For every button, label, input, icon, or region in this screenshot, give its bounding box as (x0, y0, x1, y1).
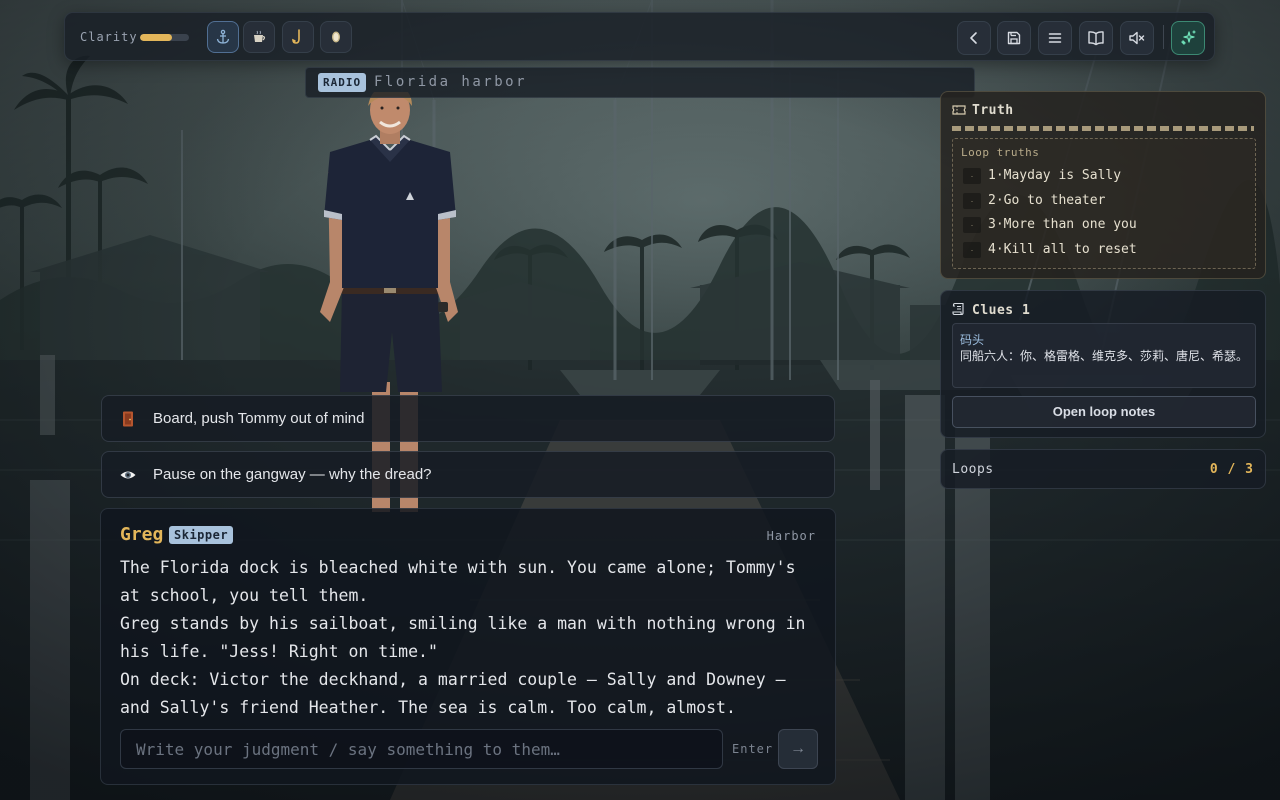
truth-bullet: · (963, 217, 981, 233)
inventory-slot-coffee[interactable] (243, 21, 275, 53)
back-button[interactable] (957, 21, 991, 55)
clue-body: 同船六人：你、格雷格、维克多、莎莉、唐尼、希瑟。 (960, 349, 1249, 363)
truth-panel-header: Truth (952, 103, 1014, 118)
choice-label: Pause on the gangway — why the dread? (153, 466, 432, 483)
coffee-cup-icon (254, 30, 266, 42)
menu-button[interactable] (1038, 21, 1072, 55)
clarity-meter (140, 34, 189, 41)
arrow-right-icon: → (790, 740, 806, 757)
fishing-hook-icon (292, 29, 300, 44)
journal-button[interactable] (1079, 21, 1113, 55)
dialogue-line: Greg stands by his sailboat, smiling lik… (120, 614, 806, 661)
loops-counter: 0 / 3 (1209, 462, 1254, 477)
hint-button[interactable] (1171, 21, 1205, 55)
inventory-slot-hook[interactable] (282, 21, 314, 53)
truth-panel: Truth Loop truths · 1·Mayday is Sally · … (940, 91, 1266, 279)
toolbar-divider (1163, 25, 1164, 49)
save-button[interactable] (997, 21, 1031, 55)
truth-bullet: · (963, 193, 981, 209)
dialogue-text: The Florida dock is bleached white with … (120, 554, 820, 722)
truth-text: 4·Kill all to reset (988, 242, 1137, 257)
tape-divider (952, 126, 1254, 131)
open-loop-notes-button[interactable]: Open loop notes (952, 396, 1256, 428)
clues-panel: Clues 1 码头 同船六人：你、格雷格、维克多、莎莉、唐尼、希瑟。 Open… (940, 290, 1266, 438)
speaker-role-badge: Skipper (169, 526, 234, 544)
inventory-slot-watch[interactable] (320, 21, 352, 53)
speaker-muted-icon (1129, 31, 1145, 45)
clue-title: 码头 (960, 333, 985, 347)
dialogue-line: The Florida dock is bleached white with … (120, 558, 796, 605)
loops-panel: Loops 0 / 3 (940, 449, 1266, 489)
location-banner: RADIO Florida harbor (305, 67, 975, 98)
truth-text: 3·More than one you (988, 217, 1137, 232)
top-bar: Clarity (64, 12, 1215, 61)
loops-label: Loops (952, 462, 994, 477)
eye-icon (120, 471, 136, 479)
loop-truths-box: Loop truths · 1·Mayday is Sally · 2·Go t… (952, 138, 1256, 269)
judgment-input[interactable] (120, 729, 723, 769)
location-source-tag: RADIO (318, 73, 367, 92)
inventory-slot-anchor[interactable] (207, 21, 239, 53)
truth-panel-title: Truth (972, 103, 1014, 118)
loop-truths-title: Loop truths (961, 146, 1040, 159)
ticket-icon (952, 105, 966, 115)
scene-tag: Harbor (766, 529, 816, 543)
truth-text: 1·Mayday is Sally (988, 168, 1122, 183)
dialogue-line: On deck: Victor the deckhand, a married … (120, 670, 786, 717)
send-button[interactable]: → (778, 729, 818, 769)
truth-text: 2·Go to theater (988, 193, 1106, 208)
clues-panel-header: Clues 1 (952, 302, 1030, 318)
truth-bullet: · (963, 242, 981, 258)
truth-bullet: · (963, 168, 981, 184)
mute-button[interactable] (1120, 21, 1154, 55)
scroll-icon (952, 302, 964, 316)
door-icon (123, 411, 133, 427)
anchor-icon (216, 29, 230, 44)
choice-pause[interactable]: Pause on the gangway — why the dread? (101, 451, 835, 498)
sparkle-icon (1181, 30, 1196, 45)
dialogue-box: Greg Skipper Harbor The Florida dock is … (100, 508, 836, 785)
clarity-label: Clarity (80, 30, 138, 44)
choice-label: Board, push Tommy out of mind (153, 410, 365, 427)
save-icon (1007, 31, 1021, 45)
location-name: Florida harbor (374, 74, 528, 90)
pocket-watch-icon (332, 31, 340, 43)
choice-board[interactable]: Board, push Tommy out of mind (101, 395, 835, 442)
menu-icon (1048, 33, 1062, 43)
speaker-name: Greg (120, 524, 164, 545)
chevron-left-icon (970, 32, 977, 44)
enter-hint: Enter (732, 742, 774, 756)
character-portrait-greg (320, 92, 458, 512)
clue-card[interactable]: 码头 同船六人：你、格雷格、维克多、莎莉、唐尼、希瑟。 (952, 323, 1256, 388)
clues-panel-title: Clues 1 (972, 303, 1031, 318)
clarity-meter-fill (140, 34, 172, 41)
open-book-icon (1088, 31, 1104, 46)
